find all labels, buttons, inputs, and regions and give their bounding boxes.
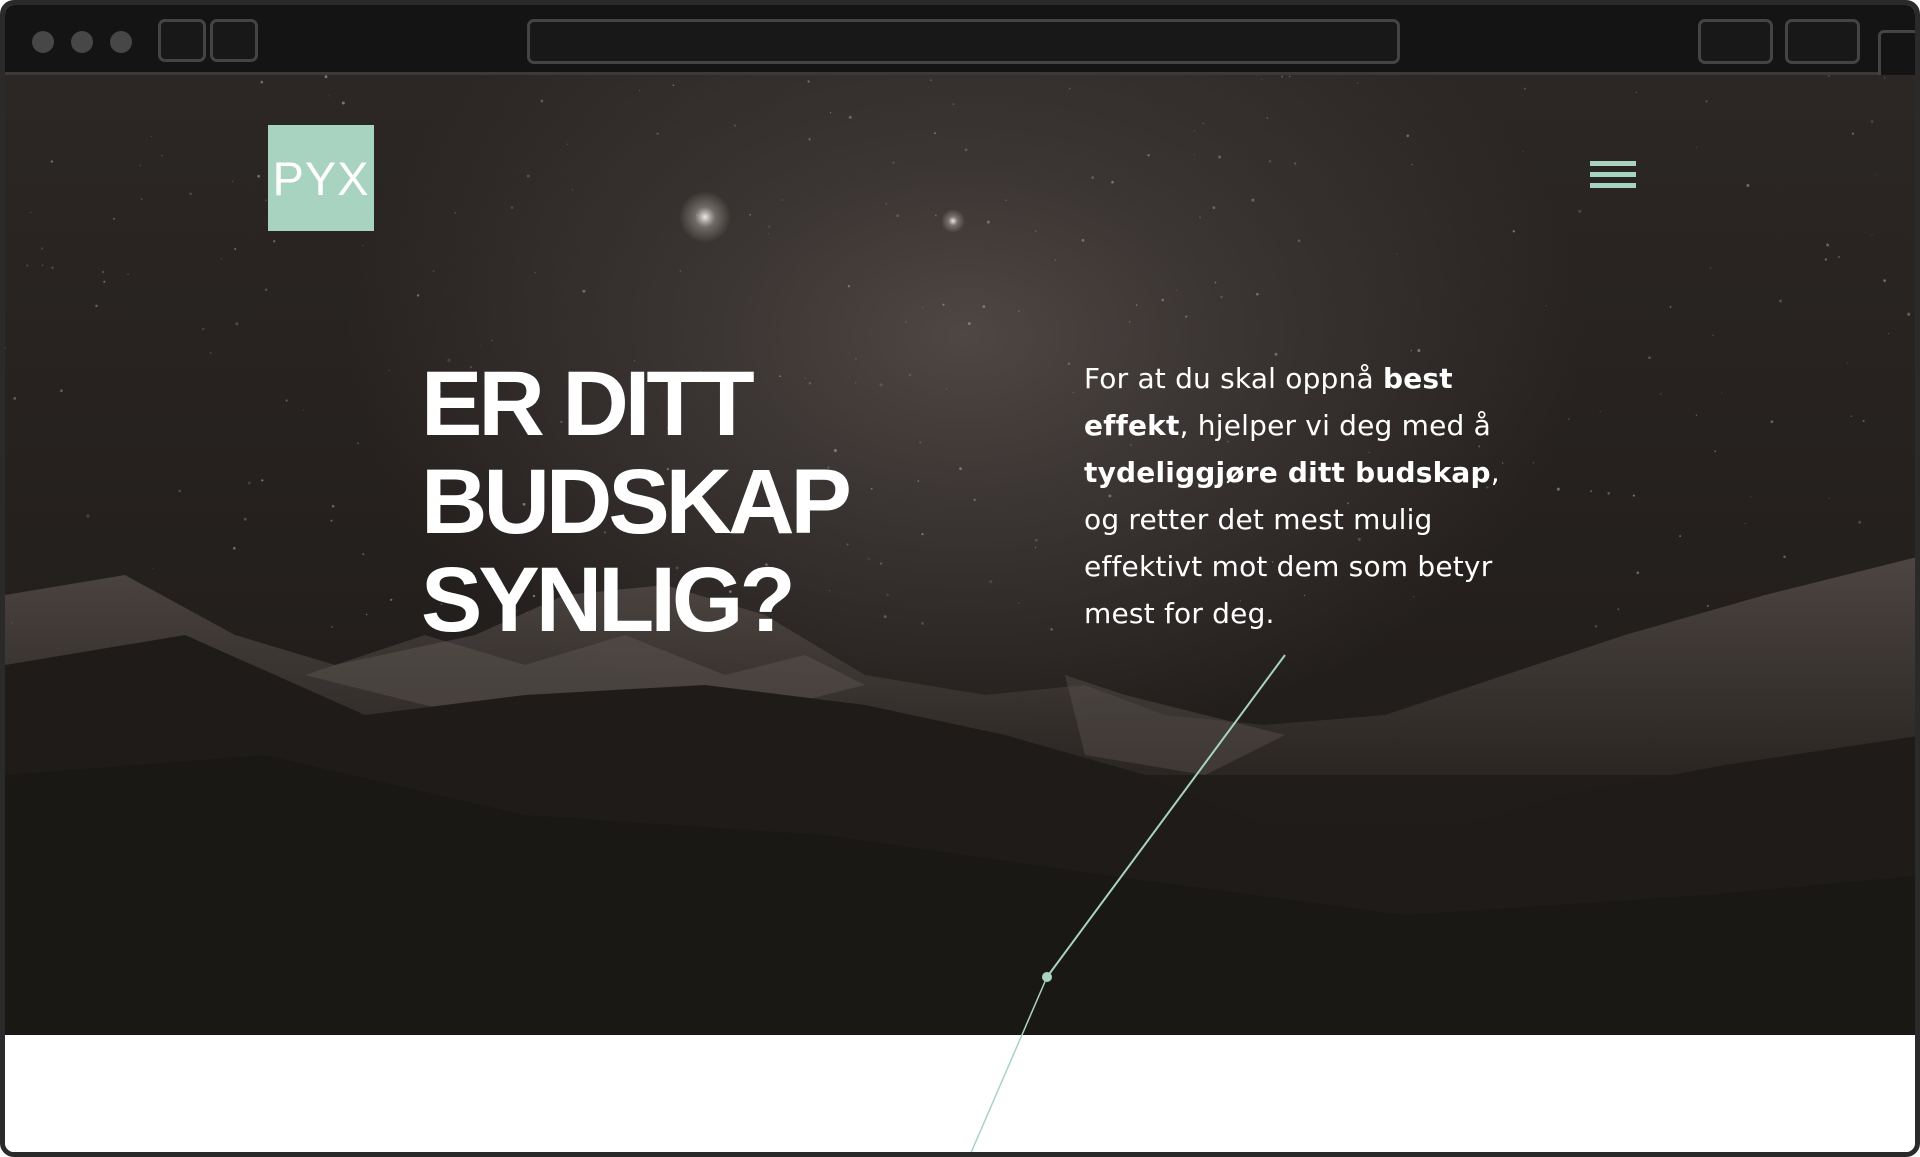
intro-bold-2: tydeliggjøre ditt budskap: [1084, 456, 1491, 489]
toolbar-button-1[interactable]: [1698, 19, 1773, 64]
browser-toolbar: [5, 5, 1915, 80]
hamburger-menu-icon[interactable]: [1590, 161, 1636, 195]
toolbar-corner-button[interactable]: [1878, 30, 1915, 80]
window-close-dot[interactable]: [32, 31, 54, 53]
headline-line-1: ER DITT: [421, 353, 755, 455]
back-button[interactable]: [158, 19, 206, 62]
headline-line-2: BUDSKAP: [421, 451, 852, 553]
window-maximize-dot[interactable]: [110, 31, 132, 53]
intro-part-2: , hjelper vi deg med å: [1179, 409, 1491, 442]
intro-part-1: For at du skal oppnå: [1084, 362, 1383, 395]
address-bar[interactable]: [527, 19, 1400, 64]
pyx-logo[interactable]: PYX: [268, 125, 374, 231]
toolbar-button-2[interactable]: [1785, 19, 1860, 64]
hero-section: PYX ER DITT BUDSKAP SYNLIG? For at du sk…: [5, 75, 1915, 1035]
window-minimize-dot[interactable]: [71, 31, 93, 53]
forward-button[interactable]: [210, 19, 258, 62]
content-section-white: [5, 1035, 1915, 1152]
logo-text: PYX: [272, 151, 370, 205]
hero-headline: ER DITT BUDSKAP SYNLIG?: [421, 355, 981, 649]
browser-window: PYX ER DITT BUDSKAP SYNLIG? For at du sk…: [0, 0, 1920, 1157]
hero-intro-text: For at du skal oppnå best effekt, hjelpe…: [1084, 355, 1524, 637]
headline-line-3: SYNLIG?: [421, 549, 796, 651]
